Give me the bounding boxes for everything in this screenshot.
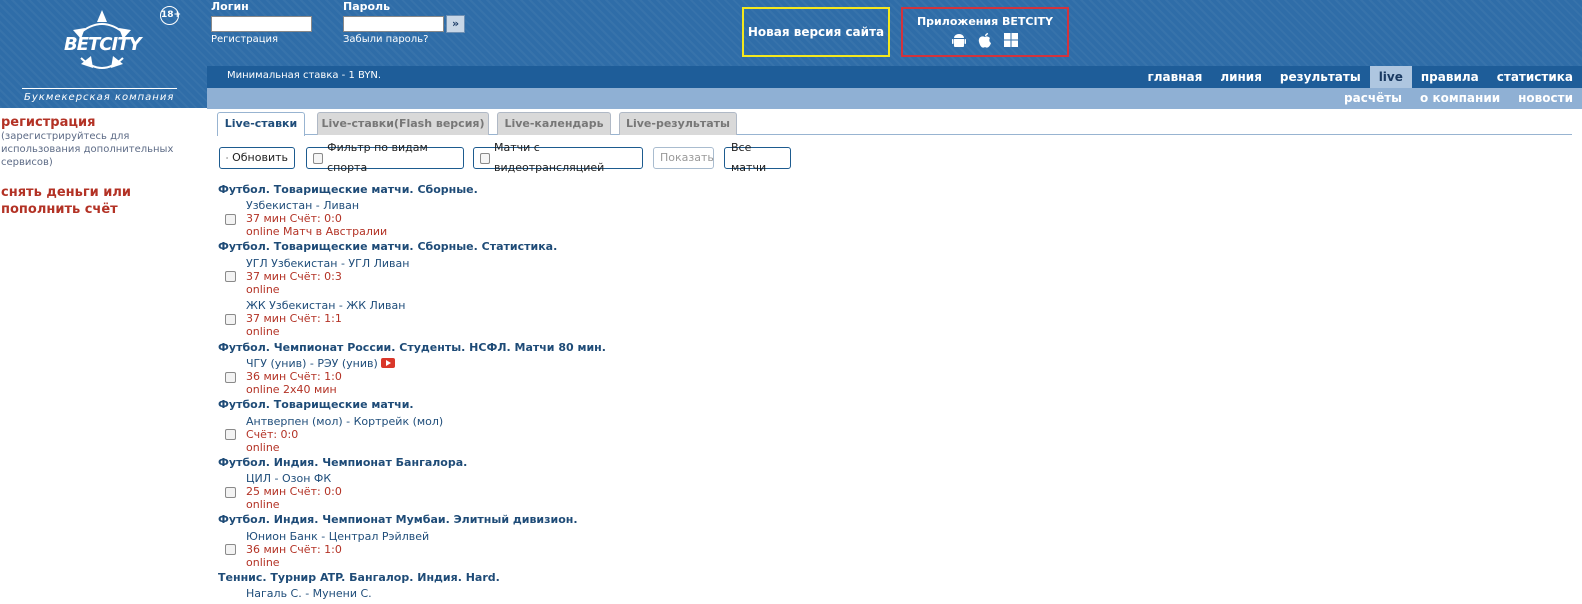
- match-score: 37 мин Счёт: 0:3: [246, 270, 342, 283]
- sidebar-register-note: (зарегистрируйтесь для использования доп…: [1, 131, 174, 168]
- league-title: Футбол. Товарищеские матчи.: [218, 398, 414, 411]
- match-name[interactable]: ЦИЛ - Озон ФК: [246, 472, 331, 485]
- live-tabs: Live-ставки Live-ставки(Flash версия) Li…: [217, 112, 1572, 136]
- filter-sports-button[interactable]: Фильтр по видам спорта: [306, 141, 464, 174]
- logo-tagline: Букмекерская компания: [24, 92, 175, 103]
- match-status: online 2х40 мин: [246, 383, 337, 396]
- refresh-label: Обновить: [232, 151, 288, 164]
- nav-item-statistics[interactable]: статистика: [1488, 66, 1582, 88]
- match-checkbox[interactable]: [225, 314, 236, 325]
- new-version-label: Новая версия сайта: [747, 25, 885, 39]
- apple-icon[interactable]: [978, 33, 992, 52]
- apps-title: Приложения BETCITY: [916, 15, 1054, 28]
- password-label: Пароль: [343, 0, 391, 13]
- match-status: online: [246, 556, 280, 569]
- password-input[interactable]: [343, 16, 444, 32]
- nav-item-results[interactable]: результаты: [1271, 66, 1370, 88]
- login-label: Логин: [211, 0, 249, 13]
- login-input[interactable]: [211, 16, 312, 32]
- match-score: Счёт: 0:0: [246, 428, 299, 441]
- match-name[interactable]: Узбекистан - Ливан: [246, 199, 359, 212]
- match-status: online: [246, 498, 280, 511]
- match-name[interactable]: УГЛ Узбекистан - УГЛ Ливан: [246, 257, 409, 270]
- nav-item-about[interactable]: о компании: [1411, 88, 1509, 109]
- match-score: 36 мин Счёт: 1:0: [246, 543, 342, 556]
- video-matches-label: Матчи с видеотрансляцией: [494, 141, 605, 174]
- show-button[interactable]: Показать: [653, 147, 714, 169]
- secondary-nav: расчёты о компании новости: [207, 88, 1582, 109]
- match-score: 36 мин Счёт: 1:0: [246, 370, 342, 383]
- sidebar-money-link[interactable]: снять деньги или пополнить счёт: [0, 184, 206, 218]
- youtube-video-icon[interactable]: [380, 358, 395, 368]
- refresh-icon: [226, 156, 228, 159]
- league-title: Футбол. Товарищеские матчи. Сборные. Ста…: [218, 240, 558, 253]
- nav-item-news[interactable]: новости: [1509, 88, 1582, 109]
- tab-live-results[interactable]: Live-результаты: [619, 112, 737, 135]
- match-status: online: [246, 283, 280, 296]
- league-title: Футбол. Индия. Чемпионат Бангалора.: [218, 456, 468, 469]
- match-name: ЧГУ (унив) - РЭУ (унив): [246, 357, 378, 370]
- match-name[interactable]: Юнион Банк - Централ Рэйлвей: [246, 530, 429, 543]
- android-icon[interactable]: [952, 33, 966, 52]
- match-status: online Матч в Австралии: [246, 225, 388, 238]
- primary-nav: Минимальная ставка - 1 BYN. главная лини…: [207, 66, 1582, 88]
- new-version-link[interactable]: Новая версия сайта: [742, 7, 890, 57]
- nav-item-line[interactable]: линия: [1211, 66, 1271, 88]
- match-checkbox[interactable]: [225, 214, 236, 225]
- min-bet-text: Минимальная ставка - 1 BYN.: [227, 70, 382, 81]
- match-status: online: [246, 325, 280, 338]
- match-checkbox[interactable]: [225, 429, 236, 440]
- match-status: online: [246, 441, 280, 454]
- all-matches-button[interactable]: Все матчи: [724, 141, 791, 174]
- sidebar-register-link[interactable]: регистрация: [0, 115, 206, 130]
- match-name[interactable]: Нагаль С. - Мунени С.: [246, 587, 372, 600]
- tab-live-bets[interactable]: Live-ставки: [217, 112, 305, 136]
- show-label: Показать: [660, 151, 714, 164]
- match-checkbox[interactable]: [225, 544, 236, 555]
- filter-sports-checkbox[interactable]: [313, 152, 324, 164]
- league-title: Футбол. Чемпионат России. Студенты. НСФЛ…: [218, 341, 606, 354]
- sidebar: регистрация (зарегистрируйтесь для испол…: [0, 115, 206, 218]
- league-title: Футбол. Товарищеские матчи. Сборные.: [218, 183, 478, 196]
- match-score: 37 мин Счёт: 1:1: [246, 312, 342, 325]
- nav-item-settlements[interactable]: расчёты: [1335, 88, 1411, 109]
- windows-icon[interactable]: [1004, 33, 1018, 52]
- age-badge: 18+: [160, 6, 181, 25]
- match-name[interactable]: ЖК Узбекистан - ЖК Ливан: [246, 299, 405, 312]
- match-score: 37 мин Счёт: 0:0: [246, 212, 342, 225]
- league-title: Теннис. Турнир ATP. Бангалор. Индия. Har…: [218, 571, 500, 584]
- match-checkbox[interactable]: [225, 271, 236, 282]
- match-score: 25 мин Счёт: 0:0: [246, 485, 342, 498]
- tab-live-calendar[interactable]: Live-календарь: [497, 112, 611, 135]
- nav-item-rules[interactable]: правила: [1412, 66, 1488, 88]
- match-checkbox[interactable]: [225, 487, 236, 498]
- video-matches-checkbox[interactable]: [480, 152, 490, 164]
- match-checkbox[interactable]: [225, 372, 236, 383]
- match-name[interactable]: Антверпен (мол) - Кортрейк (мол): [246, 415, 443, 428]
- apps-box[interactable]: Приложения BETCITY: [901, 7, 1069, 57]
- tab-live-flash[interactable]: Live-ставки(Flash версия): [317, 112, 489, 135]
- logo-divider: [22, 88, 177, 89]
- nav-item-live[interactable]: live: [1369, 66, 1412, 88]
- forgot-password-link[interactable]: Забыли пароль?: [343, 34, 428, 45]
- nav-item-home[interactable]: главная: [1138, 66, 1211, 88]
- logo-wordmark: BETCITY: [64, 34, 142, 55]
- match-name-with-video[interactable]: ЧГУ (унив) - РЭУ (унив): [246, 357, 395, 370]
- filter-sports-label: Фильтр по видам спорта: [327, 141, 428, 174]
- all-matches-label: Все матчи: [731, 141, 767, 174]
- league-title: Футбол. Индия. Чемпионат Мумбаи. Элитный…: [218, 513, 578, 526]
- video-matches-button[interactable]: Матчи с видеотрансляцией: [473, 141, 643, 174]
- refresh-button[interactable]: Обновить: [219, 147, 295, 169]
- site-logo[interactable]: BETCITY 18+ Букмекерская компания: [22, 4, 182, 104]
- login-submit-button[interactable]: »: [446, 15, 465, 33]
- register-link[interactable]: Регистрация: [211, 34, 278, 45]
